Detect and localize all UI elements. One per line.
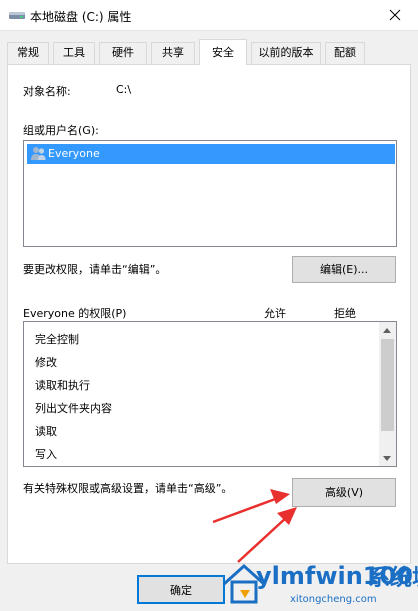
tab-security[interactable]: 安全 <box>199 39 247 65</box>
watermark-trailing: 系统城 <box>368 566 418 591</box>
ok-button[interactable]: 确定 <box>137 575 225 604</box>
watermark-logo: ylmfwin100 系统城 xitongcheng.com <box>218 558 418 610</box>
watermark-domain: xitongcheng.com <box>290 594 377 605</box>
arrow-annotation-icon <box>212 489 297 563</box>
